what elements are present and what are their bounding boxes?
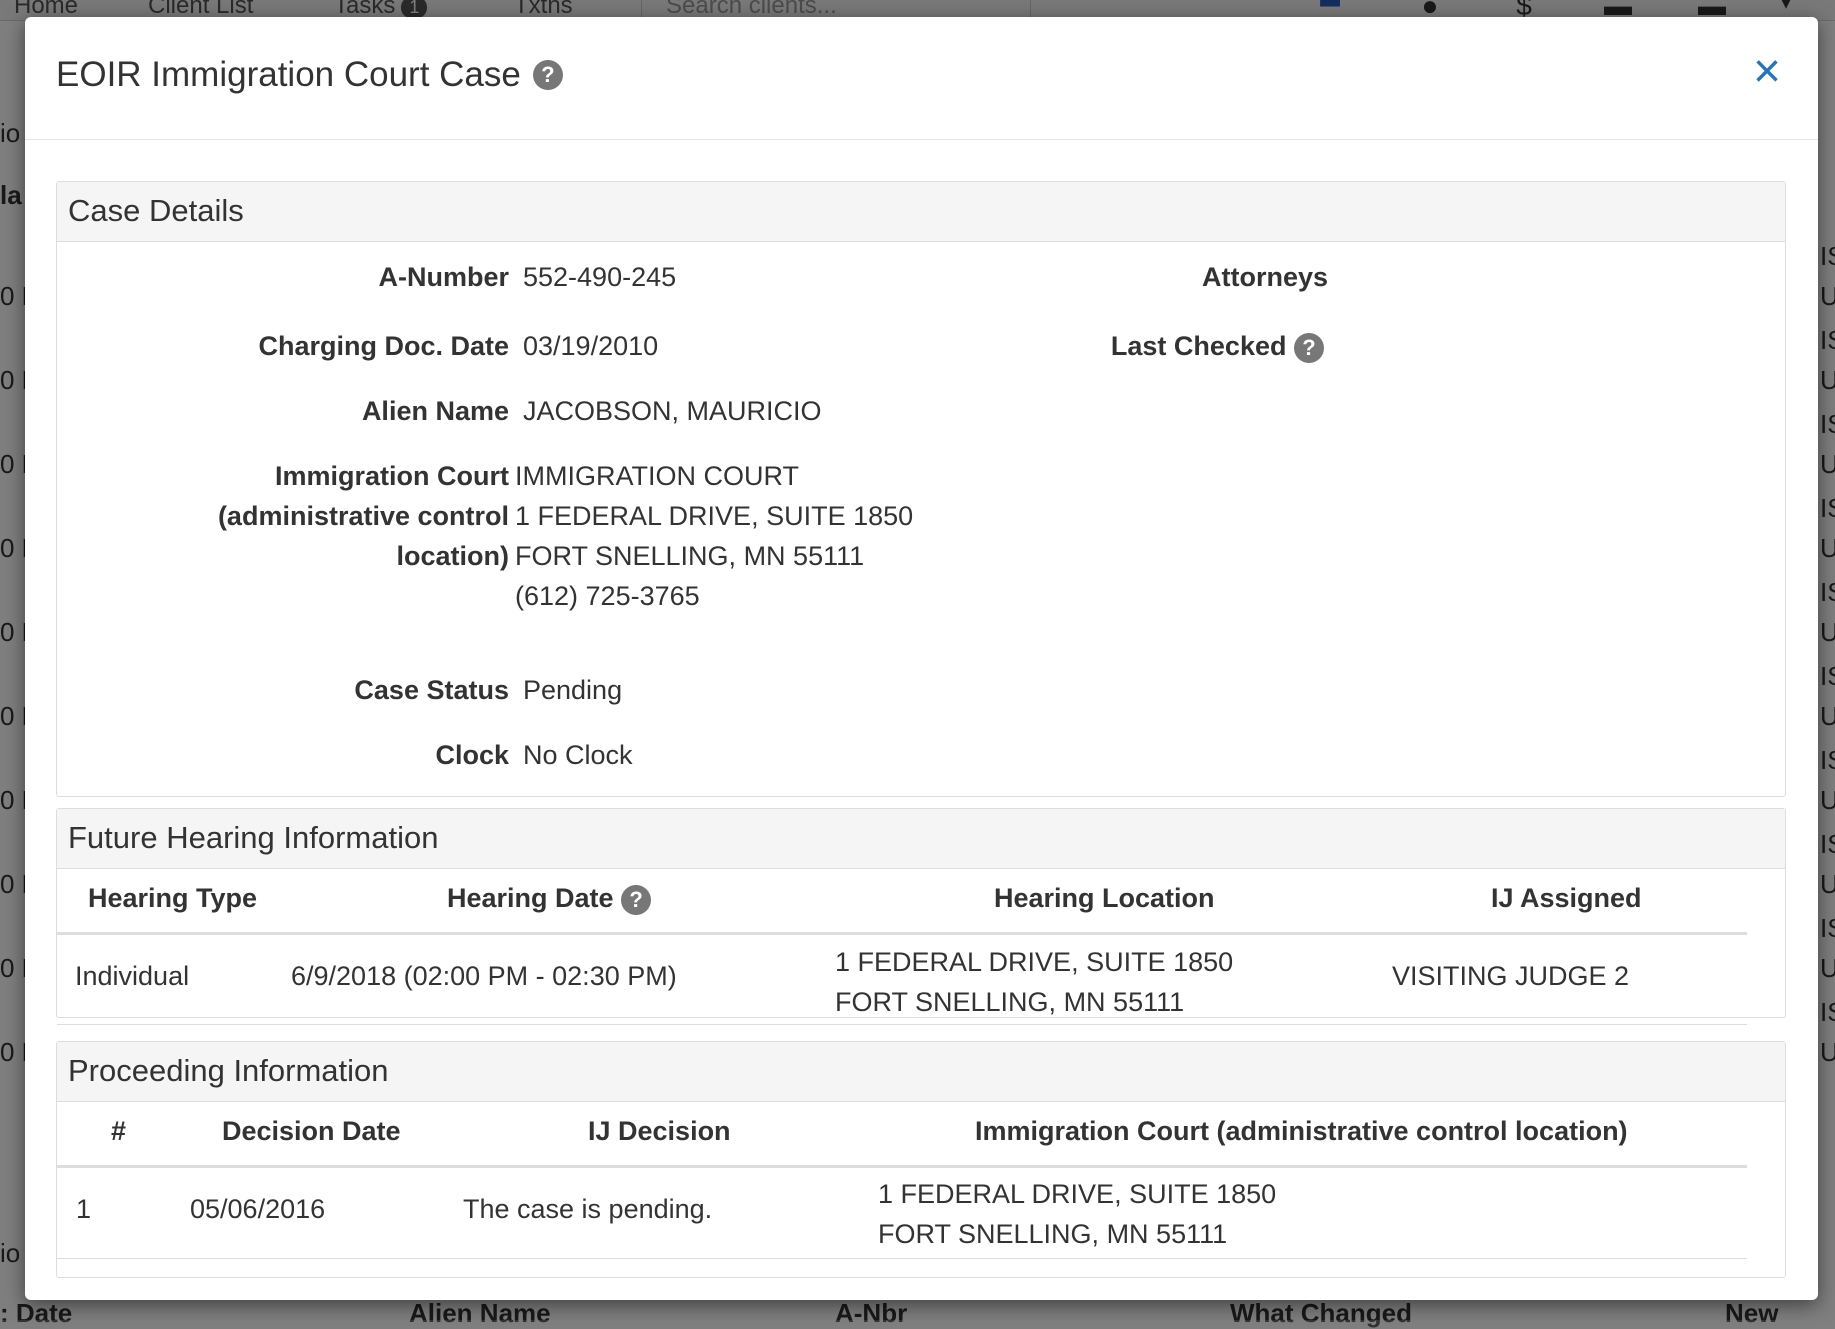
modal-title: EOIR Immigration Court Case? xyxy=(56,55,563,95)
a-number-label: A-Number xyxy=(378,262,509,292)
future-hearing-table-header: Hearing Type Hearing Date ? Hearing Loca… xyxy=(57,869,1747,935)
help-icon[interactable]: ? xyxy=(621,884,652,915)
help-icon[interactable]: ? xyxy=(1294,332,1324,363)
last-checked-label-text: Last Checked xyxy=(1110,331,1287,361)
immigration-court-cell-line: FORT SNELLING, MN 55111 xyxy=(878,1219,1228,1249)
eoir-case-modal: EOIR Immigration Court Case? × Case Deta… xyxy=(25,17,1818,1300)
col-hearing-date-label: Hearing Date xyxy=(447,883,614,913)
hearing-type-cell: Individual xyxy=(75,961,190,991)
case-status-value: Pending xyxy=(523,675,623,705)
immigration-court-label-line: location) xyxy=(396,541,510,571)
alien-name-label: Alien Name xyxy=(361,396,509,426)
immigration-court-cell-line: 1 FEDERAL DRIVE, SUITE 1850 xyxy=(878,1179,1277,1209)
alien-name-value: JACOBSON, MAURICIO xyxy=(523,396,822,426)
a-number-value: 552-490-245 xyxy=(523,262,677,292)
immigration-court-line: 1 FEDERAL DRIVE, SUITE 1850 xyxy=(515,501,914,531)
proceeding-number-cell: 1 xyxy=(76,1194,92,1224)
modal-title-text: EOIR Immigration Court Case xyxy=(56,55,521,94)
case-details-panel: Case Details A-Number 552-490-245 Chargi… xyxy=(56,181,1786,797)
future-hearing-panel: Future Hearing Information Hearing Type … xyxy=(56,808,1786,1025)
immigration-court-line: IMMIGRATION COURT xyxy=(515,461,799,491)
case-status-label: Case Status xyxy=(354,675,509,705)
last-checked-label: Last Checked ? xyxy=(1111,326,1324,366)
case-details-heading: Case Details xyxy=(57,182,1785,242)
modal-header: EOIR Immigration Court Case? × xyxy=(25,17,1818,140)
ij-assigned-cell: VISITING JUDGE 2 xyxy=(1392,961,1630,991)
row-divider xyxy=(57,1258,1747,1259)
immigration-court-line: FORT SNELLING, MN 55111 xyxy=(515,541,865,571)
col-hearing-type: Hearing Type xyxy=(88,883,258,913)
future-hearing-heading: Future Hearing Information xyxy=(57,809,1785,869)
hearing-location-line: FORT SNELLING, MN 55111 xyxy=(835,987,1185,1017)
hearing-date-cell: 6/9/2018 (02:00 PM - 02:30 PM) xyxy=(291,961,677,991)
charging-doc-date-value: 03/19/2010 xyxy=(523,331,659,361)
col-ij-decision: IJ Decision xyxy=(588,1116,731,1146)
decision-date-cell: 05/06/2016 xyxy=(190,1194,326,1224)
row-divider xyxy=(57,1024,1747,1025)
col-number: # xyxy=(111,1116,127,1146)
help-icon[interactable]: ? xyxy=(532,59,563,90)
proceeding-heading: Proceeding Information xyxy=(57,1042,1785,1102)
hearing-location-line: 1 FEDERAL DRIVE, SUITE 1850 xyxy=(835,947,1234,977)
ij-decision-cell: The case is pending. xyxy=(463,1194,713,1224)
immigration-court-phone: (612) 725-3765 xyxy=(515,581,700,611)
clock-label: Clock xyxy=(435,740,509,770)
clock-value: No Clock xyxy=(523,740,633,770)
col-immigration-court: Immigration Court (administrative contro… xyxy=(975,1116,1628,1146)
immigration-court-label-line: (administrative control xyxy=(217,501,509,531)
close-button[interactable]: × xyxy=(1742,47,1792,97)
proceeding-panel: Proceeding Information # Decision Date I… xyxy=(56,1041,1786,1278)
immigration-court-label-line: Immigration Court xyxy=(275,461,509,491)
proceeding-table-header: # Decision Date IJ Decision Immigration … xyxy=(57,1102,1747,1168)
charging-doc-date-label: Charging Doc. Date xyxy=(258,331,509,361)
col-ij-assigned: IJ Assigned xyxy=(1491,883,1642,913)
col-hearing-location: Hearing Location xyxy=(994,883,1215,913)
attorneys-label: Attorneys xyxy=(1201,262,1328,292)
col-decision-date: Decision Date xyxy=(222,1116,401,1146)
col-hearing-date: Hearing Date ? xyxy=(447,883,652,915)
